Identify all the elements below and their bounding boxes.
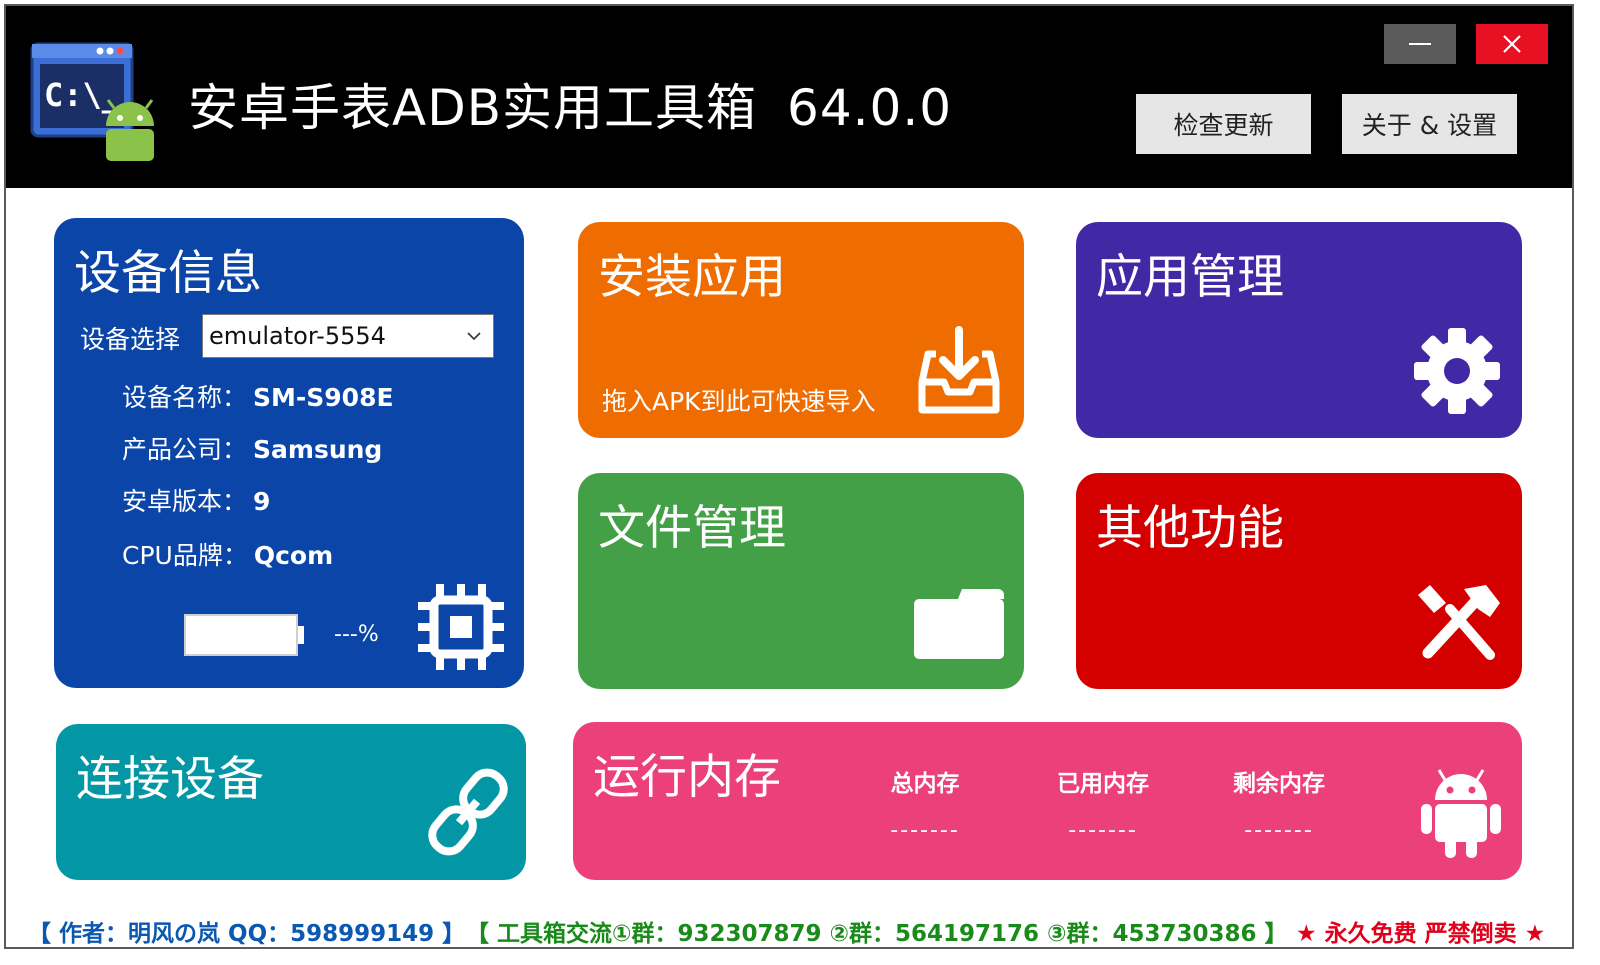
terminal-android-logo-icon: C:\_: [30, 42, 154, 161]
close-icon: [1503, 35, 1521, 53]
title-bar: C:\_ 安卓手表ADB实用工具箱 64.0.0 检查更新 关于 & 设置: [6, 6, 1572, 188]
folder-icon: [914, 589, 1004, 659]
manufacturer-row: 产品公司： Samsung: [122, 430, 382, 466]
group-info: 【 工具箱交流①群：932307879 ②群：564197176 ③群：4537…: [466, 921, 1288, 947]
memory-panel: 运行内存 总内存 ------- 已用内存 ------- 剩余内存 -----…: [573, 722, 1522, 880]
battery-tip: [298, 626, 304, 644]
connect-device-tile[interactable]: 连接设备: [56, 724, 526, 880]
battery-percentage: ---%: [334, 622, 379, 647]
app-version: 64.0.0: [787, 79, 953, 137]
tools-icon: [1418, 585, 1500, 660]
device-info-title: 设备信息: [74, 246, 262, 301]
other-functions-tile[interactable]: 其他功能: [1076, 473, 1522, 689]
app-manage-title: 应用管理: [1096, 250, 1284, 305]
device-name-label: 设备名称：: [122, 383, 248, 412]
used-memory-value: -------: [1068, 818, 1138, 843]
free-memory-value: -------: [1244, 818, 1314, 843]
manufacturer-value: Samsung: [253, 435, 383, 464]
minimize-icon: [1409, 43, 1431, 45]
manufacturer-label: 产品公司：: [122, 435, 248, 464]
free-notice: ★ 永久免费 严禁倒卖 ★: [1296, 921, 1546, 947]
free-memory-label: 剩余内存: [1233, 771, 1325, 797]
author-info: 【 作者：明风の岚 QQ：598999149 】: [28, 921, 466, 947]
android-version-row: 安卓版本： 9: [122, 482, 270, 518]
connect-device-title: 连接设备: [76, 752, 264, 807]
total-memory-label: 总内存: [890, 771, 960, 797]
check-update-button[interactable]: 检查更新: [1136, 94, 1311, 154]
total-memory: 总内存 -------: [855, 764, 995, 843]
link-icon: [428, 768, 508, 856]
used-memory: 已用内存 -------: [1033, 764, 1173, 843]
memory-title: 运行内存: [593, 750, 781, 805]
install-app-title: 安装应用: [598, 250, 786, 305]
used-memory-label: 已用内存: [1057, 771, 1149, 797]
free-memory: 剩余内存 -------: [1209, 764, 1349, 843]
device-select-dropdown[interactable]: emulator-5554: [202, 314, 494, 358]
cpu-brand-value: Qcom: [253, 541, 334, 570]
other-functions-title: 其他功能: [1096, 501, 1284, 556]
install-app-tile[interactable]: 安装应用 拖入APK到此可快速导入: [578, 222, 1024, 438]
file-manage-title: 文件管理: [598, 501, 786, 556]
close-button[interactable]: [1476, 24, 1548, 64]
about-settings-button[interactable]: 关于 & 设置: [1342, 94, 1517, 154]
cpu-brand-label: CPU品牌：: [122, 541, 248, 570]
android-version-value: 9: [253, 487, 271, 516]
minimize-button[interactable]: [1384, 24, 1456, 64]
battery-indicator: [184, 614, 298, 656]
svg-text:C:\_: C:\_: [44, 76, 122, 114]
footer-bar: 【 作者：明风の岚 QQ：598999149 】 【 工具箱交流①群：93230…: [6, 908, 1572, 947]
inbox-download-icon: [918, 326, 1000, 414]
device-info-panel: 设备信息 设备选择 emulator-5554 设备名称： SM-S908E 产品…: [54, 218, 524, 688]
device-select-label: 设备选择: [80, 325, 181, 354]
android-version-label: 安卓版本：: [122, 487, 248, 516]
device-name-row: 设备名称： SM-S908E: [122, 378, 394, 414]
android-icon: [1421, 769, 1501, 858]
app-window: C:\_ 安卓手表ADB实用工具箱 64.0.0 检查更新 关于 & 设置 设备信…: [4, 4, 1574, 949]
app-title: 安卓手表ADB实用工具箱 64.0.0: [188, 68, 952, 140]
file-manage-tile[interactable]: 文件管理: [578, 473, 1024, 689]
chevron-down-icon: [467, 332, 481, 341]
total-memory-value: -------: [890, 818, 960, 843]
gear-icon: [1414, 328, 1500, 414]
device-name-value: SM-S908E: [253, 383, 394, 412]
cpu-chip-icon: [418, 584, 504, 670]
app-title-text: 安卓手表ADB实用工具箱: [188, 79, 758, 137]
install-drop-hint: 拖入APK到此可快速导入: [602, 387, 876, 416]
device-select-value: emulator-5554: [209, 322, 386, 350]
cpu-brand-row: CPU品牌： Qcom: [122, 536, 333, 572]
app-manage-tile[interactable]: 应用管理: [1076, 222, 1522, 438]
